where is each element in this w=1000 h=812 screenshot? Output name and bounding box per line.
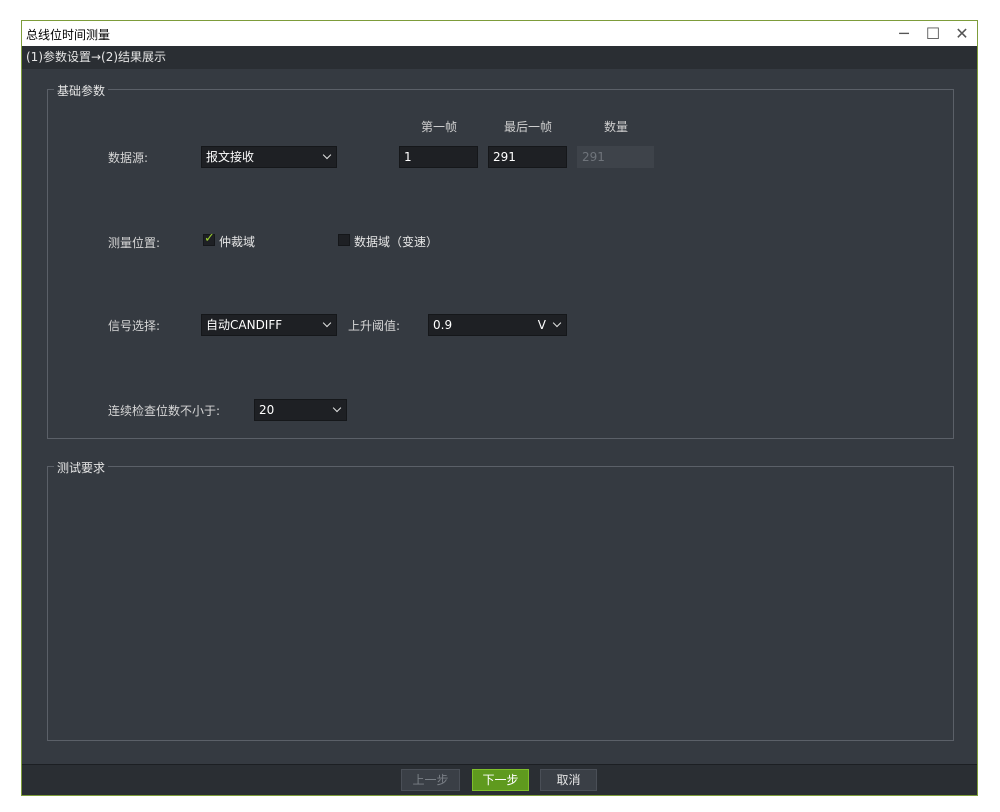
close-button[interactable]: ✕ — [947, 21, 977, 46]
prev-button[interactable]: 上一步 — [401, 769, 460, 791]
footer-bar: 上一步 下一步 取消 — [22, 764, 977, 795]
dialog-window: 总线位时间测量 ─ ☐ ✕ (1)参数设置→(2)结果展示 基础参数 第一帧 最… — [21, 20, 978, 796]
threshold-label: 上升阈值: — [348, 319, 401, 333]
count-input: 291 — [577, 146, 654, 168]
last-frame-input[interactable]: 291 — [488, 146, 567, 168]
chevron-down-icon — [322, 318, 332, 328]
cancel-button[interactable]: 取消 — [540, 769, 597, 791]
threshold-select[interactable]: 0.9 V — [428, 314, 567, 336]
wizard-steps: (1)参数设置→(2)结果展示 — [22, 46, 977, 69]
data-source-label: 数据源: — [108, 151, 149, 165]
header-first-frame: 第一帧 — [421, 120, 458, 134]
threshold-unit: V — [537, 318, 546, 332]
maximize-button[interactable]: ☐ — [918, 21, 948, 46]
chevron-down-icon — [332, 403, 342, 413]
consecutive-label: 连续检查位数不小于: — [108, 404, 221, 418]
chevron-down-icon — [552, 318, 562, 328]
header-last-frame: 最后一帧 — [504, 120, 553, 134]
data-source-select[interactable]: 报文接收 — [201, 146, 337, 168]
position-label: 测量位置: — [108, 236, 161, 250]
chevron-down-icon — [322, 150, 332, 160]
minimize-button[interactable]: ─ — [889, 21, 919, 46]
arbitration-checkbox[interactable]: ✓ — [203, 231, 215, 246]
data-phase-checkbox[interactable] — [338, 234, 350, 246]
next-button[interactable]: 下一步 — [472, 769, 529, 791]
signal-value: 自动CANDIFF — [206, 318, 283, 332]
title-bar: 总线位时间测量 ─ ☐ ✕ — [22, 21, 977, 46]
signal-select[interactable]: 自动CANDIFF — [201, 314, 337, 336]
data-phase-label: 数据域（变速） — [354, 235, 439, 249]
requirements-title: 测试要求 — [54, 459, 109, 476]
basic-params-title: 基础参数 — [54, 82, 109, 99]
header-count: 数量 — [604, 120, 629, 134]
arbitration-label: 仲裁域 — [219, 235, 256, 249]
consecutive-select[interactable]: 20 — [254, 399, 347, 421]
checkmark-icon: ✓ — [204, 231, 215, 246]
threshold-value: 0.9 — [433, 318, 453, 332]
requirements-group: 测试要求 — [47, 459, 954, 741]
window-title: 总线位时间测量 — [26, 28, 111, 42]
first-frame-input[interactable]: 1 — [399, 146, 478, 168]
data-source-value: 报文接收 — [206, 150, 255, 164]
consecutive-value: 20 — [259, 403, 275, 417]
basic-params-group: 基础参数 第一帧 最后一帧 数量 数据源: 报文接收 1 291 291 测量位… — [47, 82, 954, 439]
signal-label: 信号选择: — [108, 319, 161, 333]
